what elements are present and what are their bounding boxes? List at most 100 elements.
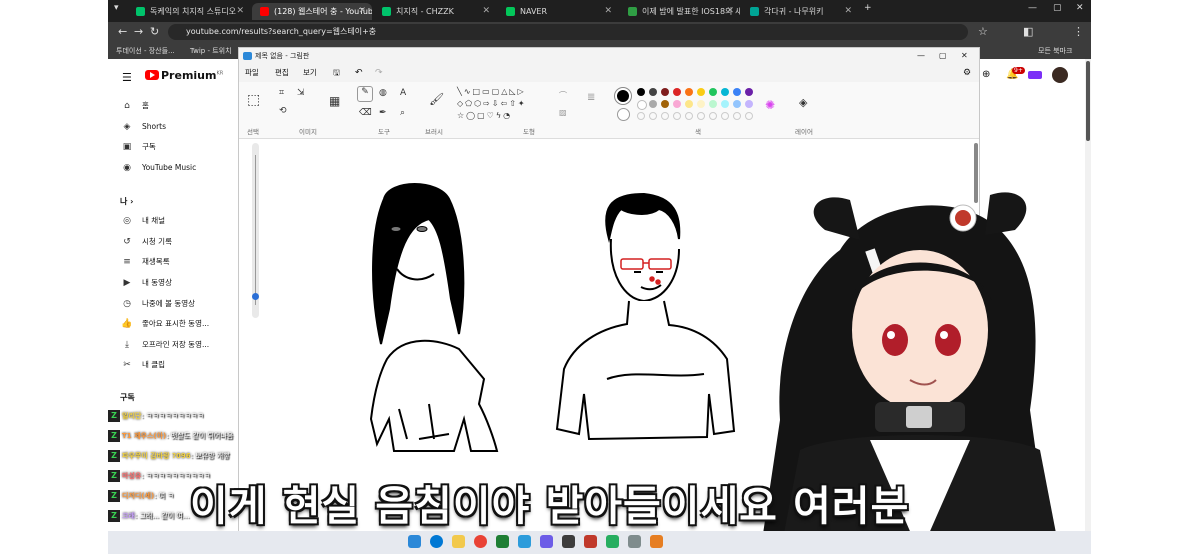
image-select-icon[interactable]: ▦ xyxy=(329,94,340,108)
menu-view[interactable]: 보기 xyxy=(303,65,317,81)
color-swatch[interactable] xyxy=(709,100,717,108)
all-bookmarks[interactable]: 모든 북마크 xyxy=(1038,46,1072,56)
sidebar-item-my-channel[interactable]: ◎ 내 채널 xyxy=(120,212,165,230)
close-icon[interactable]: ✕ xyxy=(358,3,366,20)
color-swatch[interactable] xyxy=(745,88,753,96)
empty-color-swatch[interactable] xyxy=(685,112,693,120)
pencil-icon[interactable]: ✎ xyxy=(357,86,373,102)
forward-icon[interactable]: → xyxy=(134,25,143,38)
sidebar-item-downloads[interactable]: ⤓ 오프라인 저장 동영... xyxy=(120,336,209,354)
more-icon[interactable]: ⋮ xyxy=(1073,25,1084,38)
maximize-icon[interactable]: ▢ xyxy=(1053,3,1062,13)
undo-icon[interactable]: ↶ xyxy=(355,65,363,81)
app-icon[interactable] xyxy=(562,535,575,548)
redo-icon[interactable]: ↷ xyxy=(375,65,383,81)
tab-chzzk[interactable]: 치지직 - CHZZK ✕ xyxy=(374,3,496,20)
maximize-icon[interactable]: ▢ xyxy=(939,48,947,64)
sidebar-item-history[interactable]: ↺ 시청 기록 xyxy=(120,233,172,251)
empty-color-swatch[interactable] xyxy=(721,112,729,120)
empty-color-swatch[interactable] xyxy=(709,112,717,120)
app-icon[interactable] xyxy=(496,535,509,548)
tab-naver[interactable]: NAVER ✕ xyxy=(498,3,618,20)
empty-color-swatch[interactable] xyxy=(733,112,741,120)
minimize-icon[interactable]: — xyxy=(1028,3,1037,13)
color1-swatch[interactable] xyxy=(615,88,631,104)
color-swatch[interactable] xyxy=(685,100,693,108)
text-icon[interactable]: A xyxy=(400,88,406,98)
zoom-slider[interactable] xyxy=(252,143,259,318)
color-swatch[interactable] xyxy=(709,88,717,96)
color-swatch[interactable] xyxy=(697,100,705,108)
chrome-icon[interactable] xyxy=(474,535,487,548)
size-icon[interactable]: ≣ xyxy=(587,92,595,103)
app-icon[interactable] xyxy=(606,535,619,548)
color-swatch[interactable] xyxy=(661,100,669,108)
sidebar-item-music[interactable]: ◉ YouTube Music xyxy=(120,159,196,177)
color-swatch[interactable] xyxy=(685,88,693,96)
create-icon[interactable]: ⊕ xyxy=(982,69,990,80)
shapes-gallery[interactable]: ╲∿□▭▢△◺▷ ◇⬠⬡⇨⇩⇦⇧✦ ☆◯▢♡ϟ◔ xyxy=(457,86,549,122)
sidebar-item-clips[interactable]: ✂ 내 클립 xyxy=(120,356,165,374)
minimize-icon[interactable]: — xyxy=(917,48,925,64)
edit-colors-icon[interactable]: ✺ xyxy=(765,98,775,112)
tab-youtube[interactable]: (128) 웹스테어 충 - YouTube ✕ xyxy=(252,3,372,20)
window-close-icon[interactable]: ✕ xyxy=(961,48,968,64)
brush-icon[interactable]: 🖌 xyxy=(429,92,444,106)
new-tab-icon[interactable]: + xyxy=(864,3,872,13)
outline-icon[interactable]: ⌒ xyxy=(559,90,567,101)
sidebar-item-shorts[interactable]: ◈ Shorts xyxy=(120,118,167,136)
shape-fill-icon[interactable]: ▨ xyxy=(559,108,567,117)
bookmark-item[interactable]: Twip - 트위치 xyxy=(190,46,232,56)
color-swatch[interactable] xyxy=(649,100,657,108)
color-swatch[interactable] xyxy=(661,88,669,96)
empty-color-swatch[interactable] xyxy=(637,112,645,120)
zoom-knob[interactable] xyxy=(252,293,259,300)
tab-chzzk-studio[interactable]: 독케익의 치지직 스튜디오 ✕ xyxy=(128,3,250,20)
color-swatch[interactable] xyxy=(637,88,645,96)
sidebar-item-my-videos[interactable]: ▶ 내 동영상 xyxy=(120,274,172,292)
omnibox[interactable]: youtube.com/results?search_query=웹스테이+충 xyxy=(168,24,968,40)
close-icon[interactable]: ✕ xyxy=(236,3,244,20)
layers-icon[interactable]: ◈ xyxy=(799,96,807,109)
sidebar-item-subscriptions[interactable]: ▣ 구독 xyxy=(120,138,156,156)
color-swatch[interactable] xyxy=(721,88,729,96)
app-icon[interactable] xyxy=(584,535,597,548)
color2-swatch[interactable] xyxy=(617,108,630,121)
color-swatch[interactable] xyxy=(733,88,741,96)
empty-color-swatch[interactable] xyxy=(697,112,705,120)
color-swatch[interactable] xyxy=(721,100,729,108)
app-icon[interactable] xyxy=(628,535,641,548)
app-icon[interactable] xyxy=(540,535,553,548)
app-icon[interactable] xyxy=(650,535,663,548)
tab-namuwiki[interactable]: 각다귀 - 나무위키 ✕ xyxy=(742,3,858,20)
sidebar-item-playlists[interactable]: ≡ 재생목록 xyxy=(120,253,169,271)
empty-color-swatch[interactable] xyxy=(649,112,657,120)
color-swatch[interactable] xyxy=(649,88,657,96)
select-icon[interactable]: ⬚ xyxy=(247,92,260,108)
sidebar-item-watch-later[interactable]: ◷ 나중에 볼 동영상 xyxy=(120,295,195,313)
sidebar-item-liked[interactable]: 👍 좋아요 표시한 동영... xyxy=(120,315,209,333)
fill-icon[interactable]: ◍ xyxy=(379,88,387,98)
close-icon[interactable]: ✕ xyxy=(604,3,612,20)
back-icon[interactable]: ← xyxy=(118,25,127,38)
empty-color-swatch[interactable] xyxy=(673,112,681,120)
resize-icon[interactable]: ⇲ xyxy=(297,88,305,98)
star-icon[interactable]: ☆ xyxy=(978,25,988,38)
start-icon[interactable] xyxy=(408,535,421,548)
color-swatch[interactable] xyxy=(673,88,681,96)
bookmark-item[interactable]: 투데이선 - 장산들... xyxy=(116,46,175,56)
youtube-logo[interactable]: PremiumKR xyxy=(145,69,223,82)
tab-search-icon[interactable]: ▾ xyxy=(114,3,119,13)
rotate-icon[interactable]: ⟲ xyxy=(279,106,287,116)
close-icon[interactable]: ✕ xyxy=(482,3,490,20)
close-icon[interactable]: ✕ xyxy=(844,3,852,20)
color-swatch[interactable] xyxy=(733,100,741,108)
avatar[interactable] xyxy=(1052,67,1068,83)
color-swatch[interactable] xyxy=(673,100,681,108)
edge-icon[interactable] xyxy=(430,535,443,548)
color-swatch[interactable] xyxy=(697,88,705,96)
hamburger-menu-icon[interactable]: ☰ xyxy=(122,71,132,84)
extensions-icon[interactable]: ◧ xyxy=(1023,25,1033,38)
magnifier-icon[interactable]: ⌕ xyxy=(400,108,405,118)
paint-taskbar-icon[interactable] xyxy=(518,535,531,548)
